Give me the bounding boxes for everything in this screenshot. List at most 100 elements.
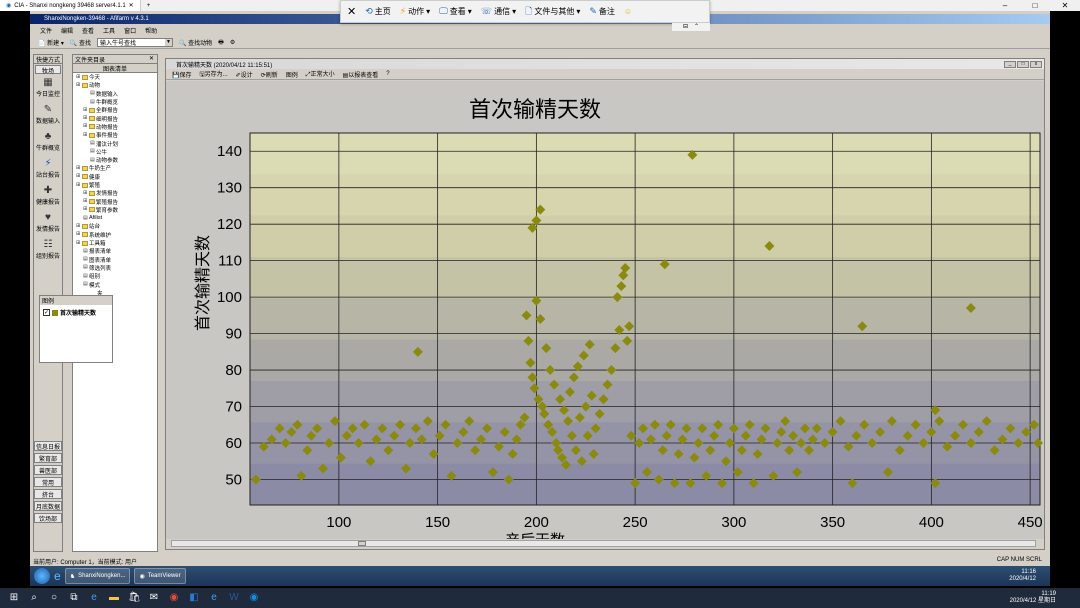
smiley-icon[interactable]: ☺ [624, 7, 632, 16]
sidebar-bottom-0[interactable]: 信息日报 [34, 441, 62, 451]
sidebar-item-health[interactable]: ✚ 健康报告 [34, 183, 62, 210]
chevron-up-icon[interactable]: ⌃ [694, 23, 699, 31]
tree-node[interactable]: ▤ 筛选列表 [73, 264, 157, 272]
tree-node[interactable]: ▤ 模式 [73, 280, 157, 289]
expand-icon[interactable]: ⊞ [76, 82, 81, 88]
settings-icon[interactable]: ⚙ [230, 39, 235, 46]
search-button[interactable]: 🔍 查找 [70, 38, 91, 47]
normal-size-button[interactable]: ⤢正常大小 [306, 69, 335, 79]
menu-view[interactable]: 查看 [82, 26, 94, 35]
chart-close-button[interactable]: x [1030, 60, 1042, 68]
tv-actions-button[interactable]: ⚡ 动作 ▾ [400, 6, 430, 17]
host-clock[interactable]: 11:19 2020/4/12 星期日 [1010, 591, 1080, 605]
sidebar-bottom-6[interactable]: 饮场部 [34, 513, 62, 523]
tv-sub-icon[interactable]: ⊟ [683, 23, 688, 31]
sidebar-bottom-5[interactable]: 月底数据 [34, 501, 62, 511]
sidebar-bottom-1[interactable]: 繁育部 [34, 453, 62, 463]
menu-edit[interactable]: 编辑 [61, 26, 73, 35]
tree-node[interactable]: ⊞ 系统维护 [73, 231, 157, 239]
word-icon[interactable]: W [228, 592, 240, 604]
close-tab-icon[interactable]: ✕ [129, 2, 134, 9]
tree-node[interactable]: ⊞ 细明报告 [73, 114, 157, 123]
sidebar-item-data-input[interactable]: ✎ 数据输入 [34, 102, 62, 129]
ie-icon[interactable]: e [54, 569, 61, 583]
save-as-button[interactable]: 🖫另存为... [200, 69, 228, 80]
sidebar-item-herd[interactable]: ♣ 牛群概览 [34, 129, 62, 156]
task-view-icon[interactable]: ⧉ [68, 592, 80, 604]
expand-icon[interactable]: ⊞ [83, 199, 88, 204]
new-button[interactable]: 📄 新建 ▾ [38, 38, 64, 47]
store-icon[interactable]: 🛍 [128, 592, 141, 604]
tv-communicate-button[interactable]: ☏ 通信 ▾ [481, 6, 516, 17]
tree-node[interactable]: ▤ 潘汰计划 [73, 139, 157, 148]
tree-node[interactable]: ▤ 图表清单 [73, 256, 157, 264]
taskbar-app-teamviewer[interactable]: ◉ TeamViewer [134, 568, 186, 584]
search-icon[interactable]: ⌕ [28, 592, 40, 604]
tree-node[interactable]: ⊞ 发情报告 [73, 189, 157, 197]
sidebar-bottom-3[interactable]: 常用 [34, 477, 62, 487]
tree-node[interactable]: ⊞ 工具箱 [73, 239, 157, 247]
tree-node[interactable]: ⊞ 动物报告 [73, 123, 157, 131]
chart-restore-button[interactable]: □ [1017, 60, 1029, 68]
tree-node[interactable]: ⊞ 牛奶生产 [73, 164, 157, 172]
design-button[interactable]: ✐设计 [236, 70, 253, 79]
tree-node[interactable]: ⊞ 站台 [73, 222, 157, 230]
expand-icon[interactable]: ⊞ [76, 165, 81, 171]
cortana-icon[interactable]: ○ [48, 592, 60, 604]
expand-icon[interactable]: ⊞ [76, 174, 81, 179]
sidebar-bottom-4[interactable]: 挤台 [34, 489, 62, 499]
expand-icon[interactable]: ⊞ [76, 182, 81, 188]
tree-node[interactable]: ▤ Afilist [73, 214, 157, 222]
chart-minimize-button[interactable]: _ [1004, 60, 1016, 68]
expand-icon[interactable]: ⊞ [83, 190, 88, 196]
tree-node[interactable]: ▤ 动物参数 [73, 156, 157, 164]
refresh-button[interactable]: ⟳刷新 [261, 70, 278, 79]
start-orb-icon[interactable] [34, 568, 50, 584]
teamviewer-icon[interactable]: ◉ [248, 592, 260, 604]
session-tab[interactable]: ◉ CIA - Shanxi nongkeng 39468 server4.1.… [0, 0, 141, 11]
tree-node[interactable]: ▤ 牛群概览 [73, 98, 157, 106]
explorer-icon[interactable]: ▬ [108, 592, 120, 604]
tree-node[interactable]: ⊞ 繁殖 [73, 181, 157, 189]
tree-node[interactable]: ⊞ 事件报告 [73, 131, 157, 139]
tv-view-button[interactable]: 🖵 查看 ▾ [439, 6, 472, 17]
remote-clock[interactable]: 11:16 2020/4/12 [1009, 569, 1050, 583]
minimize-button[interactable]: – [990, 1, 1020, 10]
horizontal-scrollbar[interactable] [171, 540, 1036, 547]
find-animal-button[interactable]: 🔍 查找动物 [179, 38, 212, 47]
tree-node[interactable]: ⊞ 全群报告 [73, 106, 157, 114]
tv-home-button[interactable]: ⟲ 主页 [365, 6, 391, 17]
menu-file[interactable]: 文件 [40, 26, 52, 35]
expand-icon[interactable]: ⊞ [76, 223, 81, 229]
expand-icon[interactable]: ⊞ [83, 132, 88, 138]
tree-node[interactable]: ▤ 数据输入 [73, 90, 157, 98]
tree-node[interactable]: ⊞ 今天 [73, 73, 157, 81]
expand-icon[interactable]: ⊞ [83, 116, 88, 121]
print-icon[interactable]: 🖶 [218, 38, 224, 48]
save-button[interactable]: 💾保存 [172, 70, 192, 79]
report-view-button[interactable]: ▤以报表查看 [343, 70, 379, 79]
tv-close-button[interactable]: ✕ [347, 5, 356, 18]
tree-node[interactable]: ⊞ 繁育参数 [73, 206, 157, 214]
menu-help[interactable]: 帮助 [145, 26, 157, 35]
ie-icon[interactable]: e [208, 592, 220, 604]
tree-node[interactable]: ⊞ 繁殖报告 [73, 197, 157, 206]
sidebar-item-today[interactable]: ▦ 今日监控 [34, 75, 62, 102]
expand-icon[interactable]: ⊞ [83, 207, 88, 212]
menu-tools[interactable]: 工具 [103, 26, 115, 35]
new-tab-button[interactable]: + [141, 0, 157, 11]
sidebar-item-estrus[interactable]: ♥ 发情报告 [34, 210, 62, 237]
expand-icon[interactable]: ⊞ [83, 107, 88, 113]
sidebar-tab-farm[interactable]: 牧场 [35, 65, 61, 75]
expand-icon[interactable]: ⊞ [76, 240, 81, 246]
legend-entry[interactable]: ✓ 首次输精天数 [43, 308, 109, 317]
tree-node[interactable]: ⊞ 动物 [73, 81, 157, 89]
chevron-down-icon[interactable]: ▼ [165, 39, 172, 46]
sidebar-item-group[interactable]: ☷ 组别报告 [34, 237, 62, 264]
help-icon[interactable]: ? [386, 71, 389, 77]
outlook-icon[interactable]: ◧ [188, 592, 200, 604]
tv-files-button[interactable]: 🗋 文件与其他 ▾ [525, 4, 580, 20]
expand-icon[interactable]: ⊞ [76, 232, 81, 237]
sidebar-bottom-2[interactable]: 兽医部 [34, 465, 62, 475]
sidebar-item-station[interactable]: ⚡ 站台报告 [34, 156, 62, 183]
